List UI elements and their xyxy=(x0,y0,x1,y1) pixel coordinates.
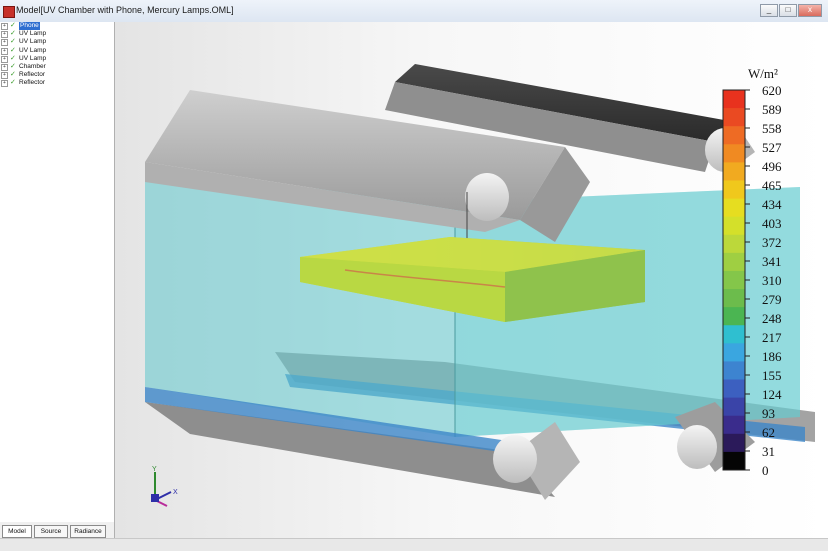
legend-swatch xyxy=(723,379,745,399)
legend-swatch xyxy=(723,343,745,362)
tree-item-uv-lamp-1[interactable]: + ✓ UV Lamp xyxy=(0,30,114,39)
legend-swatch xyxy=(723,289,745,308)
expand-icon[interactable]: + xyxy=(1,72,8,80)
y-axis-label: Y xyxy=(152,466,157,473)
expand-icon[interactable]: + xyxy=(1,63,8,71)
tree-item-uv-lamp-4[interactable]: + ✓ UV Lamp xyxy=(0,55,114,63)
legend-tick-label: 248 xyxy=(762,311,782,326)
legend-swatch xyxy=(723,90,745,109)
legend-swatch xyxy=(723,252,745,272)
tree-item-label: UV Lamp xyxy=(19,54,47,62)
legend-swatch xyxy=(723,162,745,181)
legend-tick-label: 217 xyxy=(762,330,782,345)
tree-item-chamber[interactable]: + ✓ Chamber xyxy=(0,63,114,71)
expand-icon[interactable]: + xyxy=(1,23,8,30)
expand-icon[interactable]: + xyxy=(1,31,8,39)
model-tree: + ✓ Phone + ✓ UV Lamp + ✓ UV Lamp + ✓ UV… xyxy=(0,22,115,522)
expand-icon[interactable]: + xyxy=(1,55,8,63)
legend-tick-label: 279 xyxy=(762,292,782,307)
tree-item-reflector-2[interactable]: + ✓ Reflector xyxy=(0,79,114,88)
legend-tick-label: 589 xyxy=(762,102,782,117)
legend-tick-label: 465 xyxy=(762,178,782,193)
3d-viewport[interactable]: Y X W/m² 620 589 558 527 496 465 434 403 372 341 3… xyxy=(115,22,828,538)
window-titlebar: Model[UV Chamber with Phone, Mercury Lam… xyxy=(0,0,828,23)
legend-tick-label: 403 xyxy=(762,216,782,231)
checkmark-icon[interactable]: ✓ xyxy=(10,30,16,38)
legend-tick-label: 341 xyxy=(762,254,782,269)
legend-tick-label: 527 xyxy=(762,140,782,155)
checkmark-icon[interactable]: ✓ xyxy=(10,55,16,63)
legend-tick-label: 124 xyxy=(762,387,782,402)
legend-swatch xyxy=(723,234,745,254)
checkmark-icon[interactable]: ✓ xyxy=(10,71,16,79)
axis-triad: Y X xyxy=(151,466,178,507)
legend-swatch xyxy=(723,397,745,417)
tree-item-reflector-1[interactable]: + ✓ Reflector xyxy=(0,71,114,80)
tree-item-phone[interactable]: + ✓ Phone xyxy=(0,22,114,30)
minimize-button[interactable]: _ xyxy=(760,4,778,17)
tree-item-label: UV Lamp xyxy=(19,30,47,38)
window-title: Model[UV Chamber with Phone, Mercury Lam… xyxy=(16,5,234,15)
legend-swatch xyxy=(723,270,745,290)
maximize-button[interactable]: □ xyxy=(779,4,797,17)
window-controls: _ □ x xyxy=(760,4,822,17)
tab-model[interactable]: Model xyxy=(2,525,32,538)
legend-tick-label: 31 xyxy=(762,444,775,459)
tree-item-label: Chamber xyxy=(19,62,46,70)
scene-render: Y X xyxy=(145,64,815,507)
expand-icon[interactable]: + xyxy=(1,80,8,88)
panel-tabs: Model Source Radiance xyxy=(0,522,115,538)
close-button[interactable]: x xyxy=(798,4,822,17)
legend-swatch xyxy=(723,144,745,163)
tree-item-label: UV Lamp xyxy=(19,38,47,46)
legend-tick-label: 155 xyxy=(762,368,782,383)
legend-tick-label: 93 xyxy=(762,406,775,421)
color-legend xyxy=(722,89,750,471)
checkmark-icon[interactable]: ✓ xyxy=(10,22,16,30)
tree-item-label: Reflector xyxy=(19,79,46,87)
expand-icon[interactable]: + xyxy=(1,47,8,55)
legend-swatch xyxy=(723,361,745,381)
checkmark-icon[interactable]: ✓ xyxy=(10,79,16,87)
legend-swatch xyxy=(723,126,745,145)
tree-item-label: Reflector xyxy=(19,71,46,79)
legend-tick-label: 186 xyxy=(762,349,782,364)
legend-tick-label: 62 xyxy=(762,425,775,440)
legend-tick-label: 620 xyxy=(762,83,782,98)
legend-swatch xyxy=(723,433,745,453)
legend-swatch xyxy=(723,307,745,326)
legend-tick-label: 0 xyxy=(762,463,769,478)
legend-unit: W/m² xyxy=(748,66,778,81)
legend-swatch xyxy=(723,198,745,218)
status-bar xyxy=(0,538,828,551)
legend-tick-label: 310 xyxy=(762,273,782,288)
legend-swatch xyxy=(723,415,745,435)
legend-swatch xyxy=(723,216,745,236)
tab-radiance[interactable]: Radiance xyxy=(70,525,106,538)
checkmark-icon[interactable]: ✓ xyxy=(10,63,16,71)
legend-tick-label: 434 xyxy=(762,197,782,212)
legend-swatch xyxy=(723,108,745,127)
expand-icon[interactable]: + xyxy=(1,39,8,47)
checkmark-icon[interactable]: ✓ xyxy=(10,38,16,46)
x-axis-label: X xyxy=(173,489,178,496)
legend-tick-label: 558 xyxy=(762,121,782,136)
app-icon xyxy=(3,6,15,18)
legend-swatch xyxy=(723,451,745,471)
tree-item-uv-lamp-3[interactable]: + ✓ UV Lamp xyxy=(0,47,114,55)
tab-source[interactable]: Source xyxy=(34,525,68,538)
legend-tick-label: 496 xyxy=(762,159,782,174)
tree-item-label: Phone xyxy=(19,22,40,30)
checkmark-icon[interactable]: ✓ xyxy=(10,47,16,55)
legend-swatch xyxy=(723,180,745,200)
tree-item-label: UV Lamp xyxy=(19,46,47,54)
legend-tick-label: 372 xyxy=(762,235,782,250)
tree-item-uv-lamp-2[interactable]: + ✓ UV Lamp xyxy=(0,38,114,47)
legend-swatch xyxy=(723,325,745,344)
